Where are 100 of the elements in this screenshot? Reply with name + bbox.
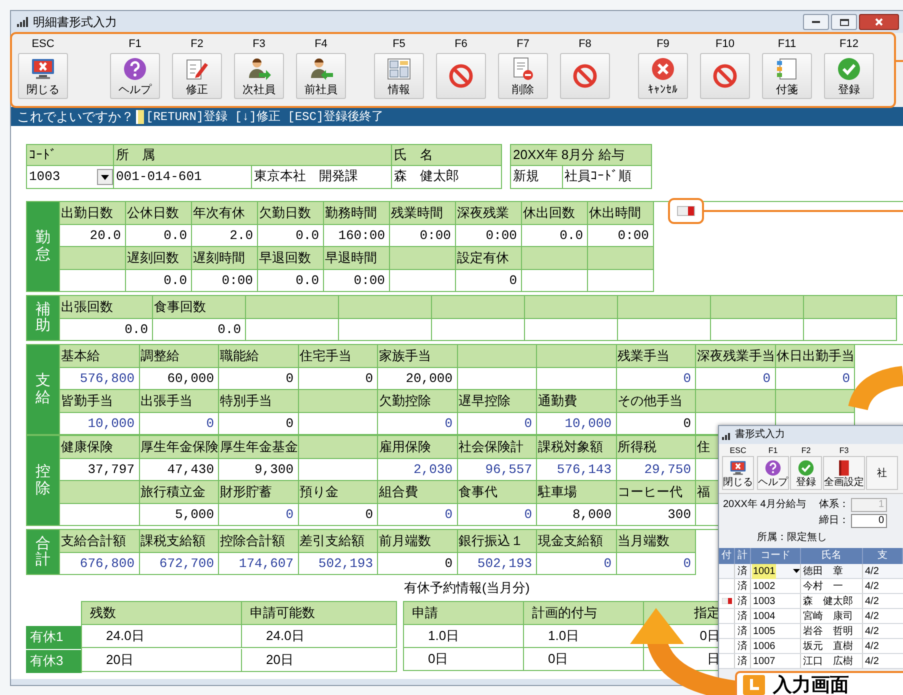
field-label: 雇用保険 bbox=[378, 436, 458, 459]
table-cell bbox=[390, 247, 456, 270]
toolbar-button[interactable]: 付箋 bbox=[762, 53, 812, 99]
field-value: 0.0 bbox=[522, 225, 588, 247]
field-label: 社会保険計 bbox=[458, 436, 537, 459]
field-label: 所得税 bbox=[616, 436, 696, 459]
field-label: 所 属 bbox=[114, 145, 392, 166]
employee-row[interactable]: 済 1007 江口 広樹 4/2 bbox=[719, 654, 903, 669]
field-value: 2,030 bbox=[378, 459, 458, 481]
person-left-arrow-icon bbox=[308, 56, 334, 82]
key-hints: [RETURN]登録 [↓]修正 [ESC]登録後終了 bbox=[146, 108, 384, 126]
field-value: 0 bbox=[458, 504, 537, 526]
section-label: 控除 bbox=[27, 436, 60, 526]
table-cell: 20日 bbox=[82, 649, 242, 672]
field-value: 0:00 bbox=[390, 225, 456, 247]
toolbar-button[interactable]: 閉じる bbox=[722, 456, 754, 490]
maximize-button[interactable] bbox=[831, 14, 857, 30]
close-button[interactable] bbox=[859, 14, 899, 30]
field-value: 0 bbox=[219, 413, 298, 435]
text-cursor-icon bbox=[136, 110, 144, 124]
toolbar-button[interactable]: ヘルプ bbox=[757, 456, 789, 490]
field-value: 96,557 bbox=[458, 459, 537, 481]
table-cell bbox=[588, 270, 654, 292]
field-value: 5,000 bbox=[140, 504, 219, 526]
field-value: 東京本社 開発課 bbox=[252, 166, 392, 188]
help-icon bbox=[122, 56, 148, 82]
field-value: 47,430 bbox=[140, 459, 219, 481]
section-label: 勤怠 bbox=[27, 202, 60, 292]
column-header: 申請 bbox=[404, 602, 524, 625]
no-entry-icon bbox=[712, 63, 738, 89]
table-cell: 24.0日 bbox=[242, 625, 397, 648]
monitor-close-icon bbox=[729, 458, 747, 476]
field-value: 9,300 bbox=[219, 459, 298, 481]
field-label: 遅早控除 bbox=[458, 390, 537, 413]
toolbar-button[interactable]: 登録 bbox=[790, 456, 822, 490]
field-label: 現金支給額 bbox=[537, 530, 616, 553]
employee-row[interactable]: 済 1006 坂元 直樹 4/2 bbox=[719, 639, 903, 654]
field-label: 残業手当 bbox=[616, 345, 696, 368]
toolbar-button[interactable]: 次社員 bbox=[234, 53, 284, 99]
field-value: 0.0 bbox=[258, 270, 324, 292]
toolbar-button[interactable]: 閉じる bbox=[18, 53, 68, 99]
field-value: 0 bbox=[616, 368, 696, 390]
code-dropdown[interactable]: 1003 bbox=[27, 166, 114, 188]
field-label: 財形貯蓄 bbox=[219, 481, 298, 504]
field-value: 174,607 bbox=[219, 553, 298, 575]
field-value: 0 bbox=[298, 504, 378, 526]
field-value: 0:00 bbox=[588, 225, 654, 247]
field-label: 締日： bbox=[819, 514, 849, 528]
table-cell bbox=[522, 270, 588, 292]
window-title: 明細書形式入力 bbox=[33, 14, 117, 31]
field-label: 基本給 bbox=[60, 345, 140, 368]
minimize-button[interactable] bbox=[803, 14, 829, 30]
employee-row[interactable]: 済 1005 岩谷 哲明 4/2 bbox=[719, 624, 903, 639]
toolbar-button[interactable]: 情報 bbox=[374, 53, 424, 99]
date-cell-text: 4/2 bbox=[864, 565, 880, 578]
cutoff-field[interactable]: 0 bbox=[851, 514, 887, 528]
field-label: 出勤日数 bbox=[60, 202, 126, 225]
toolbar-button[interactable] bbox=[700, 53, 750, 99]
field-value: 0 bbox=[616, 413, 696, 435]
function-key-label: F3 bbox=[839, 446, 849, 456]
function-key-label: F11 bbox=[778, 37, 796, 51]
field-label: 福 bbox=[696, 481, 720, 504]
toolbar-button[interactable]: 前社員 bbox=[296, 53, 346, 99]
prompt-text: これでよいですか？ bbox=[17, 108, 134, 126]
field-value: 0 bbox=[378, 504, 458, 526]
code-cell-text: 1005 bbox=[752, 624, 776, 638]
field-label: 差引支給額 bbox=[298, 530, 378, 553]
toolbar-button[interactable]: 社 bbox=[866, 456, 898, 490]
field-value: 001-014-601 bbox=[114, 166, 252, 188]
field-label: 残業時間 bbox=[390, 202, 456, 225]
field-label: 住 bbox=[696, 436, 720, 459]
code-cell-text: 1002 bbox=[752, 580, 776, 594]
toolbar-button[interactable] bbox=[436, 53, 486, 99]
field-label: コーヒー代 bbox=[616, 481, 696, 504]
field-label: 特別手当 bbox=[219, 390, 298, 413]
banner-text: 入力画面 bbox=[773, 675, 849, 695]
field-label: 出張回数 bbox=[60, 296, 153, 319]
field-label: 早退回数 bbox=[258, 247, 324, 270]
employee-row[interactable]: 済 1003 森 健太郎 4/2 bbox=[719, 594, 903, 609]
toolbar-button[interactable]: ヘルプ bbox=[110, 53, 160, 99]
toolbar-button[interactable] bbox=[560, 53, 610, 99]
function-key-label: F8 bbox=[578, 37, 592, 51]
field-label: 預り金 bbox=[298, 481, 378, 504]
field-value: 0 bbox=[616, 553, 696, 575]
table-cell: 24.0日 bbox=[82, 625, 242, 648]
toolbar-button[interactable]: 登録 bbox=[824, 53, 874, 99]
field-value: 0:00 bbox=[456, 225, 522, 247]
section-label: 合計 bbox=[27, 530, 60, 575]
field-label: 通勤費 bbox=[537, 390, 616, 413]
field-label: 家族手当 bbox=[378, 345, 458, 368]
field-value: 0.0 bbox=[60, 319, 153, 341]
employee-row[interactable]: 済 1001 徳田 章 4/2 bbox=[719, 564, 903, 579]
toolbar-button[interactable]: 全画設定 bbox=[823, 456, 865, 490]
toolbar-button[interactable]: 削除 bbox=[498, 53, 548, 99]
employee-row[interactable]: 済 1004 宮崎 康司 4/2 bbox=[719, 609, 903, 624]
function-key-label: F10 bbox=[716, 37, 734, 51]
employee-row[interactable]: 済 1002 今村 一 4/2 bbox=[719, 579, 903, 594]
toolbar-button[interactable]: 修正 bbox=[172, 53, 222, 99]
field-label: 休出時間 bbox=[588, 202, 654, 225]
toolbar-button[interactable]: ｷｬﾝｾﾙ bbox=[638, 53, 688, 99]
